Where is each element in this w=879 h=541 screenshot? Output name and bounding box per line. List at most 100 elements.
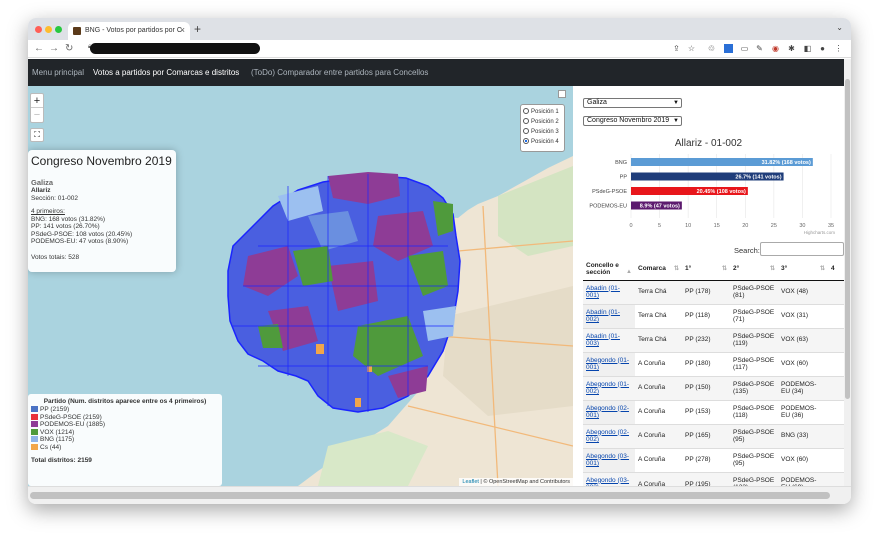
chart-category-label: BNG xyxy=(615,160,627,166)
map-view[interactable]: + − ⛶ Congreso Novembro 2019 Galiza Alla… xyxy=(28,86,573,486)
fourth-party-cell xyxy=(828,447,844,472)
zoom-out-button[interactable]: − xyxy=(31,108,43,122)
forward-icon[interactable]: → xyxy=(49,43,59,54)
extension-recycle-icon[interactable]: ♲ xyxy=(707,44,716,53)
comarca-cell: Terra Chá xyxy=(635,279,682,304)
election-select[interactable]: Congreso Novembro 2019 ▼ xyxy=(583,116,682,126)
third-party-cell: BNG (33) xyxy=(778,423,828,448)
second-party-cell: PSdeG-PSOE (95) xyxy=(730,447,778,472)
table-row: Abegondo (01-002) A Coruña PP (150) PSdeG-P… xyxy=(583,375,844,400)
concello-link[interactable]: Abegondo (01-002) xyxy=(583,375,635,400)
col-concello[interactable]: Concello e sección ▲ xyxy=(583,258,635,281)
scroll-thumb[interactable] xyxy=(845,79,850,399)
layer-option-3[interactable]: Posición 3 xyxy=(523,127,562,137)
region-select[interactable]: Galiza ▼ xyxy=(583,98,682,108)
info-panel: Congreso Novembro 2019 Galiza Allariz Se… xyxy=(28,150,176,272)
concello-link[interactable]: Abegondo (03-001) xyxy=(583,447,635,472)
share-icon[interactable]: ⇪ xyxy=(672,44,681,53)
sidepanel-icon[interactable]: ◧ xyxy=(803,44,812,53)
second-party-cell: PSdeG-PSOE (95) xyxy=(730,423,778,448)
reload-icon[interactable]: ↻ xyxy=(65,43,73,54)
tab-search-icon[interactable]: ⌄ xyxy=(836,23,843,32)
concello-link[interactable]: Abegondo (03-002) xyxy=(583,471,635,486)
concello-link[interactable]: Abadín (01-001) xyxy=(583,279,635,304)
info-top4-2: PP: 141 votos (26.70%) xyxy=(31,223,100,230)
nav-menu-principal[interactable]: Menu principal xyxy=(32,68,84,77)
chart-x-tick-label: 15 xyxy=(714,223,720,229)
concello-link[interactable]: Abadín (01-003) xyxy=(583,327,635,352)
favicon-icon xyxy=(73,27,81,35)
extension-red-icon[interactable]: ◉ xyxy=(771,44,780,53)
menu-kebab-icon[interactable]: ⋮ xyxy=(834,44,843,53)
address-bar[interactable] xyxy=(90,43,260,54)
second-party-cell: PSdeG-PSOE (135) xyxy=(730,375,778,400)
fullscreen-button[interactable]: ⛶ xyxy=(30,128,44,142)
close-window-icon[interactable] xyxy=(35,26,42,33)
info-top4-4: PODEMOS-EU: 47 votos (8.90%) xyxy=(31,238,129,245)
concello-link[interactable]: Abadín (01-002) xyxy=(583,303,635,328)
comarca-cell: Terra Chá xyxy=(635,327,682,352)
comarca-cell: A Coruña xyxy=(635,447,682,472)
legend-swatch xyxy=(31,428,38,435)
layer-option-1[interactable]: Posición 1 xyxy=(523,107,562,117)
radio-checked-icon xyxy=(523,138,529,144)
layer-option-2[interactable]: Posición 2 xyxy=(523,117,562,127)
bookmark-star-icon[interactable]: ☆ xyxy=(687,44,696,53)
chart-data-label: 20.45% (108 votos) xyxy=(697,189,746,195)
new-tab-button[interactable]: + xyxy=(194,22,201,36)
fourth-party-cell xyxy=(828,423,844,448)
table-row: Abegondo (02-001) A Coruña PP (153) PSdeG-P… xyxy=(583,399,844,424)
extensions-puzzle-icon[interactable]: ✱ xyxy=(787,44,796,53)
col-fourth[interactable]: 4 xyxy=(828,258,844,281)
zoom-in-button[interactable]: + xyxy=(31,94,43,108)
col-second-label: 2° xyxy=(733,265,740,273)
nav-comparador[interactable]: (ToDo) Comparador entre partidos para Co… xyxy=(251,68,428,77)
extension-window-icon[interactable]: ▭ xyxy=(740,44,749,53)
tab-close-icon[interactable]: × xyxy=(180,25,185,35)
col-comarca[interactable]: Comarca ⇅ xyxy=(635,258,682,281)
layer-option-4[interactable]: Posición 4 xyxy=(523,137,562,147)
layer-control: Posición 1 Posición 2 Posición 3 Posició… xyxy=(520,104,565,152)
search-input[interactable] xyxy=(760,242,844,256)
table-row: Abegondo (02-002) A Coruña PP (165) PSdeG-P… xyxy=(583,423,844,448)
col-third[interactable]: 3° ⇅ xyxy=(778,258,828,281)
layer-label-1: Posición 1 xyxy=(531,109,559,115)
table-row: Abadín (01-002) Terra Chá PP (118) PSdeG-PS… xyxy=(583,303,844,328)
nav-votos-partidos[interactable]: Votos a partidos por Comarcas e distrito… xyxy=(93,68,239,77)
fourth-party-cell xyxy=(828,471,844,486)
vertical-scrollbar[interactable] xyxy=(844,59,851,486)
map-toggle-square[interactable] xyxy=(558,90,566,98)
concello-link[interactable]: Abegondo (02-001) xyxy=(583,399,635,424)
scroll-thumb[interactable] xyxy=(30,492,830,499)
col-first[interactable]: 1° ⇅ xyxy=(682,258,730,281)
sort-icon: ⇅ xyxy=(673,266,679,273)
horizontal-scrollbar[interactable] xyxy=(28,486,851,504)
back-icon[interactable]: ← xyxy=(34,43,44,54)
chevron-down-icon: ▼ xyxy=(673,100,679,106)
browser-tab[interactable]: BNG - Votos por partidos por C × xyxy=(68,22,190,40)
info-title: Congreso Novembro 2019 xyxy=(31,154,172,168)
region-select-value: Galiza xyxy=(587,99,607,106)
concello-link[interactable]: Abegondo (02-002) xyxy=(583,423,635,448)
chart-category-label: PP xyxy=(620,175,628,181)
layer-label-4: Posición 4 xyxy=(531,139,559,145)
maximize-window-icon[interactable] xyxy=(55,26,62,33)
fourth-party-cell xyxy=(828,375,844,400)
leaflet-link[interactable]: Leaflet xyxy=(462,479,479,485)
fourth-party-cell xyxy=(828,351,844,376)
comarca-cell: A Coruña xyxy=(635,423,682,448)
first-party-cell: PP (278) xyxy=(682,447,730,472)
minimize-window-icon[interactable] xyxy=(45,26,52,33)
concello-link[interactable]: Abegondo (01-001) xyxy=(583,351,635,376)
extension-blue-icon[interactable] xyxy=(724,44,733,53)
radio-icon xyxy=(523,118,529,124)
first-party-cell: PP (232) xyxy=(682,327,730,352)
chart-data-label: 8.9% (47 votos) xyxy=(640,204,680,210)
browser-window: BNG - Votos por partidos por C × + ⌄ ← →… xyxy=(28,18,851,504)
col-second[interactable]: 2° ⇅ xyxy=(730,258,778,281)
comarca-cell: A Coruña xyxy=(635,375,682,400)
col-concello-label: Concello e sección xyxy=(586,261,619,276)
profile-avatar-icon[interactable]: ● xyxy=(818,44,827,53)
extension-pencil-icon[interactable]: ✎ xyxy=(755,44,764,53)
third-party-cell: VOX (31) xyxy=(778,303,828,328)
